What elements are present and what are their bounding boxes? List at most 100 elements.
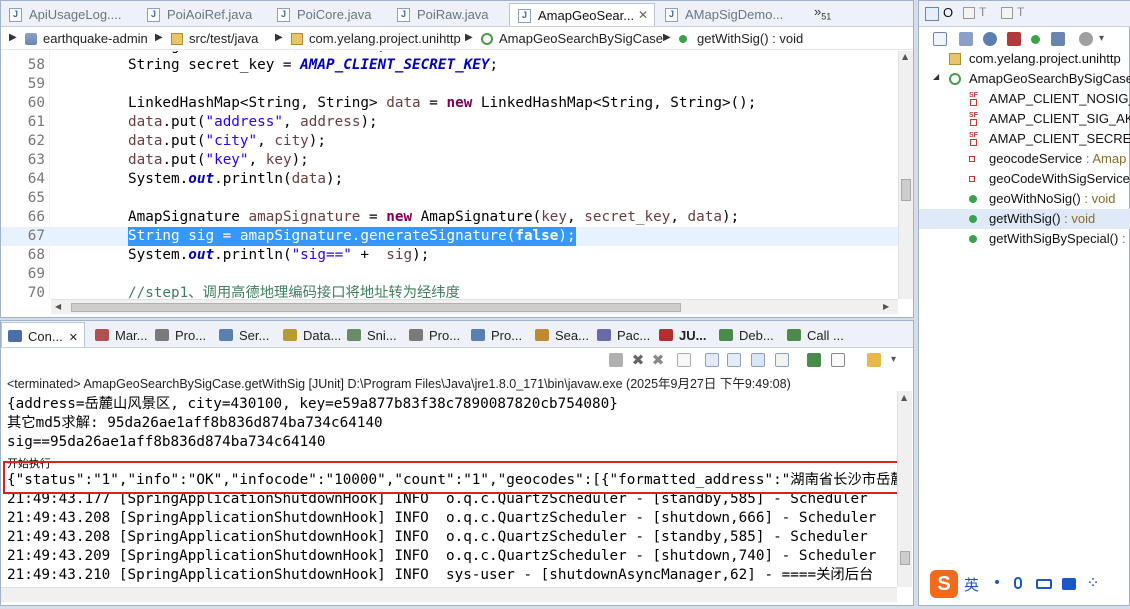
view-tab[interactable]: Sea... bbox=[529, 322, 589, 347]
terminate-icon[interactable] bbox=[609, 353, 623, 367]
scroll-thumb[interactable] bbox=[71, 303, 681, 312]
view-menu-icon[interactable]: ▾ bbox=[1099, 33, 1113, 47]
editor-tab[interactable]: ApiUsageLog.... bbox=[1, 3, 137, 26]
console-line: 21:49:43.208 [SpringApplicationShutdownH… bbox=[7, 529, 868, 545]
code-line[interactable]: 63 data.put("key", key); bbox=[1, 151, 898, 170]
code-line[interactable]: 66 AmapSignature amapSignature = new Amap… bbox=[1, 208, 898, 227]
collapse-triangle-icon[interactable]: ◢ bbox=[933, 72, 939, 81]
outline-item[interactable]: geoWithNoSig() : void bbox=[919, 189, 1130, 209]
ime-language-toggle[interactable]: 英 bbox=[964, 574, 979, 595]
outline-item[interactable]: AMAP_CLIENT_NOSIG_A bbox=[919, 89, 1130, 109]
code-text: System.out.println(data); bbox=[128, 171, 344, 187]
view-tab[interactable]: Ser... bbox=[213, 322, 275, 347]
clear-console-icon[interactable] bbox=[677, 353, 691, 367]
view-tab[interactable]: Con... ✕ bbox=[1, 322, 85, 347]
code-line[interactable]: 70 //step1、调用高德地理编码接口将地址转为经纬度 bbox=[1, 284, 898, 299]
code-editor[interactable]: 57String address = "岳麓山风景区";58String sec… bbox=[1, 51, 898, 299]
display-selected-console-icon[interactable] bbox=[831, 353, 845, 367]
view-tab[interactable]: Mar... bbox=[89, 322, 148, 347]
show-stderr-icon[interactable] bbox=[775, 353, 789, 367]
show-stdout-icon[interactable] bbox=[751, 353, 765, 367]
view-menu-icon[interactable]: ▾ bbox=[891, 354, 905, 368]
breadcrumb-item[interactable]: AmapGeoSearchBySigCase bbox=[499, 31, 663, 46]
code-line[interactable]: 65 bbox=[1, 189, 898, 208]
editor-tab[interactable]: PoiCore.java bbox=[269, 3, 387, 26]
scroll-left-icon[interactable]: ◀ bbox=[55, 302, 61, 311]
editor-tab[interactable]: AmapGeoSear...✕ bbox=[509, 3, 655, 26]
tab-type-label[interactable]: T bbox=[1017, 5, 1024, 19]
keyboard-icon[interactable] bbox=[1036, 579, 1052, 589]
scroll-up-icon[interactable]: ▲ bbox=[902, 52, 908, 61]
scroll-thumb[interactable] bbox=[900, 551, 910, 565]
breadcrumb-item[interactable]: getWithSig() : void bbox=[697, 31, 803, 46]
view-tab[interactable]: Pro... bbox=[403, 322, 463, 347]
console-vertical-scrollbar[interactable]: ▲ bbox=[897, 391, 912, 587]
pin-console-icon[interactable] bbox=[807, 353, 821, 367]
code-line[interactable]: 58 String secret_key = AMAP_CLIENT_SECRET… bbox=[1, 56, 898, 75]
console-horizontal-scrollbar[interactable] bbox=[1, 587, 897, 602]
view-icon bbox=[471, 329, 485, 341]
hide-nonpublic-icon[interactable] bbox=[1031, 35, 1040, 44]
breadcrumb-item[interactable]: earthquake-admin bbox=[43, 31, 148, 46]
code-line[interactable]: 60 LinkedHashMap<String, String> data = n… bbox=[1, 94, 898, 113]
open-console-icon[interactable] bbox=[867, 353, 881, 367]
outline-item[interactable]: com.yelang.project.unihttp bbox=[919, 49, 1130, 69]
breadcrumb-item[interactable]: com.yelang.project.unihttp bbox=[309, 31, 461, 46]
remove-all-icon[interactable]: ✖ bbox=[651, 353, 665, 368]
ime-logo[interactable]: S bbox=[930, 570, 958, 598]
view-tab[interactable]: Pac... bbox=[591, 322, 651, 347]
outline-item[interactable]: getWithSigBySpecial() : bbox=[919, 229, 1130, 249]
view-tab[interactable]: Sni... bbox=[341, 322, 401, 347]
scroll-lock-icon[interactable] bbox=[705, 353, 719, 367]
tab-hierarchy-label[interactable]: T bbox=[979, 5, 986, 19]
editor-tab[interactable]: AMapSigDemo... bbox=[657, 3, 807, 26]
outline-item[interactable]: ◢ AmapGeoSearchBySigCase bbox=[919, 69, 1130, 89]
word-wrap-icon[interactable] bbox=[727, 353, 741, 367]
link-editor-icon[interactable] bbox=[1079, 32, 1093, 46]
code-line[interactable]: 61 data.put("address", address); bbox=[1, 113, 898, 132]
hide-fields-icon[interactable] bbox=[983, 32, 997, 46]
tab-outline[interactable]: O bbox=[943, 5, 953, 20]
outline-item[interactable]: geocodeService : Amap bbox=[919, 149, 1130, 169]
microphone-icon[interactable] bbox=[1014, 577, 1022, 589]
close-icon[interactable]: ✕ bbox=[69, 332, 78, 344]
sort-icon[interactable] bbox=[959, 32, 973, 46]
editor-horizontal-scrollbar[interactable]: ◀ ▶ bbox=[51, 299, 898, 314]
close-icon[interactable]: ✕ bbox=[638, 8, 648, 22]
collapse-all-icon[interactable] bbox=[933, 32, 947, 46]
tab-overflow-button[interactable]: »51 bbox=[814, 4, 831, 22]
breadcrumb-item[interactable]: src/test/java bbox=[189, 31, 258, 46]
code-line[interactable]: 59 bbox=[1, 75, 898, 94]
skin-icon[interactable] bbox=[1062, 578, 1076, 590]
view-tab[interactable]: Data... bbox=[277, 322, 341, 347]
code-line[interactable]: 68 System.out.println("sig==" + sig); bbox=[1, 246, 898, 265]
toolbox-icon[interactable]: ⁘ bbox=[1086, 575, 1100, 591]
view-tab[interactable]: Pro... bbox=[465, 322, 527, 347]
view-tab[interactable]: JU... bbox=[653, 322, 711, 347]
outline-item[interactable]: getWithSig() : void bbox=[919, 209, 1130, 229]
console-toolbar: ✖ ✖ ▾ bbox=[601, 350, 911, 370]
code-line[interactable]: 64 System.out.println(data); bbox=[1, 170, 898, 189]
view-tab[interactable]: Pro... bbox=[149, 322, 211, 347]
code-text: data.put("address", address); bbox=[128, 114, 378, 130]
scroll-up-icon[interactable]: ▲ bbox=[901, 393, 907, 402]
remove-launch-icon[interactable]: ✖ bbox=[631, 353, 645, 368]
punctuation-icon[interactable]: • bbox=[990, 576, 1004, 590]
hide-static-icon[interactable] bbox=[1007, 32, 1021, 46]
outline-item[interactable]: geoCodeWithSigService bbox=[919, 169, 1130, 189]
outline-item-type: : void bbox=[1060, 211, 1096, 226]
editor-tab[interactable]: PoiRaw.java bbox=[389, 3, 507, 26]
outline-item[interactable]: AMAP_CLIENT_SIG_AK : bbox=[919, 109, 1130, 129]
editor-tab[interactable]: PoiAoiRef.java bbox=[139, 3, 267, 26]
outline-icon[interactable] bbox=[925, 7, 939, 21]
code-line[interactable]: 67 String sig = amapSignature.generateSig… bbox=[1, 227, 898, 246]
view-tab[interactable]: Deb... bbox=[713, 322, 779, 347]
view-tab[interactable]: Call ... bbox=[781, 322, 851, 347]
code-line[interactable]: 62 data.put("city", city); bbox=[1, 132, 898, 151]
code-line[interactable]: 69 bbox=[1, 265, 898, 284]
outline-item[interactable]: AMAP_CLIENT_SECRET_ bbox=[919, 129, 1130, 149]
editor-vertical-scrollbar[interactable]: ▲ bbox=[898, 51, 913, 299]
scroll-thumb[interactable] bbox=[901, 179, 911, 201]
hide-local-types-icon[interactable] bbox=[1051, 32, 1065, 46]
scroll-right-icon[interactable]: ▶ bbox=[883, 302, 889, 311]
